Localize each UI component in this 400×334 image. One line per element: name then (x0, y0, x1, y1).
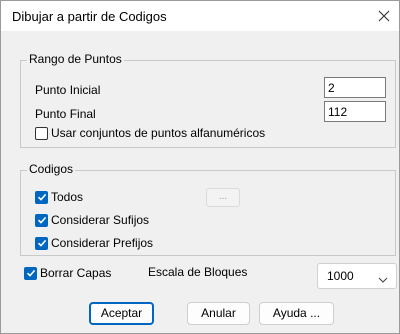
punto-inicial-input[interactable] (324, 77, 386, 98)
window-title: Dibujar a partir de Codigos (12, 9, 167, 24)
considerar-sufijos-label: Considerar Sufijos (51, 213, 150, 227)
escala-de-bloques-label: Escala de Bloques (148, 265, 248, 279)
borrar-capas-label: Borrar Capas (40, 266, 112, 280)
todos-checkbox[interactable]: Todos (35, 190, 83, 204)
title-bar: Dibujar a partir de Codigos (1, 1, 399, 31)
escala-de-bloques-select[interactable]: 1000 (317, 263, 397, 289)
escala-de-bloques-value: 1000 (327, 269, 354, 283)
aceptar-button[interactable]: Aceptar (89, 302, 154, 325)
codigos-title: Codigos (27, 162, 76, 176)
sufijos-checkbox-box[interactable] (35, 213, 48, 227)
borrar-capas-checkbox[interactable]: Borrar Capas (24, 266, 111, 280)
punto-final-input[interactable] (324, 101, 386, 122)
todos-label: Todos (51, 190, 84, 204)
punto-inicial-label: Punto Inicial (35, 83, 101, 97)
dialog-window: Dibujar a partir de Codigos Rango de Pun… (0, 0, 400, 334)
chevron-down-icon[interactable] (378, 272, 388, 286)
anular-button[interactable]: Anular (187, 302, 250, 325)
todos-ellipsis-button[interactable]: ... (206, 188, 240, 207)
considerar-prefijos-label: Considerar Prefijos (51, 236, 154, 250)
todos-checkbox-box[interactable] (35, 190, 48, 204)
punto-final-label: Punto Final (35, 107, 96, 121)
close-icon[interactable] (369, 1, 399, 31)
alfanumericos-checkbox-box[interactable] (35, 126, 48, 140)
ayuda-button[interactable]: Ayuda ... (259, 302, 334, 325)
alfanumericos-label: Usar conjuntos de puntos alfanuméricos (51, 126, 266, 140)
prefijos-checkbox-box[interactable] (35, 236, 48, 250)
borrar-capas-checkbox-box[interactable] (24, 266, 37, 280)
rango-de-puntos-title: Rango de Puntos (27, 52, 124, 66)
alfanumericos-checkbox[interactable]: Usar conjuntos de puntos alfanuméricos (35, 126, 265, 140)
considerar-sufijos-checkbox[interactable]: Considerar Sufijos (35, 213, 149, 227)
considerar-prefijos-checkbox[interactable]: Considerar Prefijos (35, 236, 153, 250)
